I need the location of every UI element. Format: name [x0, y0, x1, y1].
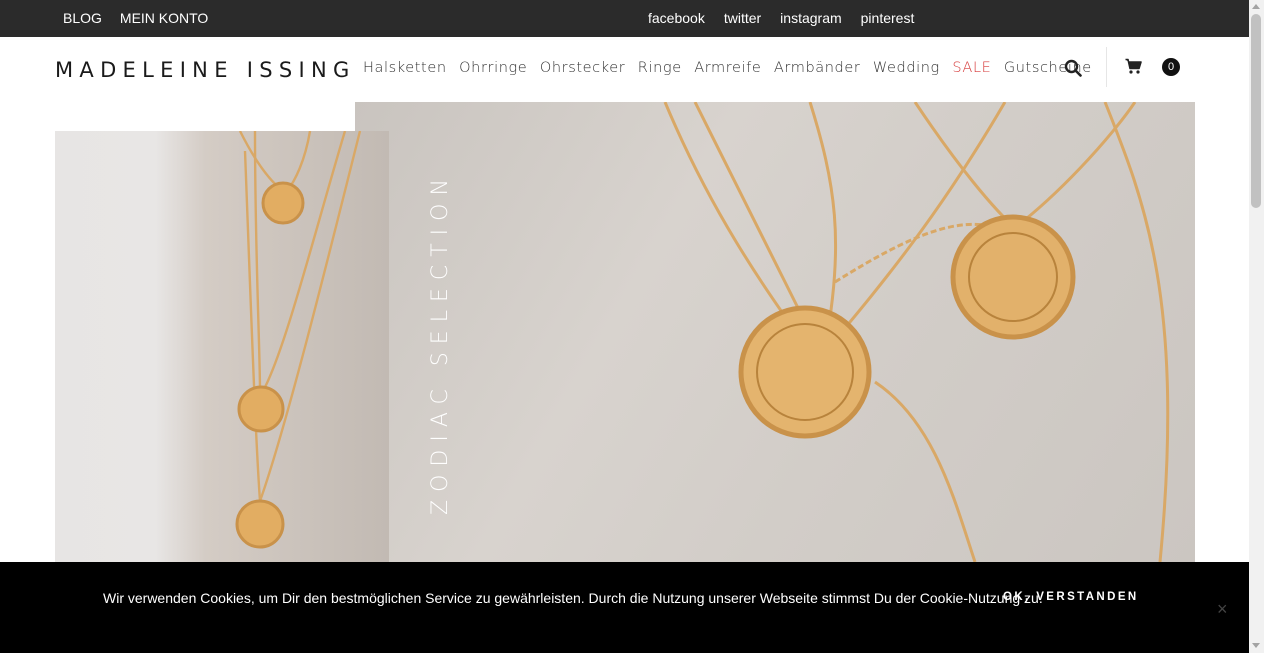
account-links: BLOG MEIN KONTO [63, 10, 208, 26]
nav-item-armbaender[interactable]: Armbänder [774, 60, 861, 76]
zodiac-selection-title: ZODIAC SELECTION [428, 171, 453, 515]
nav-item-halsketten[interactable]: Halsketten [363, 60, 447, 76]
nav-item-ringe[interactable]: Ringe [638, 60, 682, 76]
top-bar: BLOG MEIN KONTO facebook twitter instagr… [0, 0, 1249, 37]
hero-image[interactable] [355, 102, 1195, 562]
social-links: facebook twitter instagram pinterest [648, 10, 914, 26]
nav-item-ohrstecker[interactable]: Ohrstecker [540, 60, 625, 76]
scroll-up-arrow-icon[interactable] [1252, 4, 1260, 9]
site-logo[interactable]: MADELEINE ISSING [55, 58, 356, 82]
close-icon[interactable]: × [1217, 599, 1228, 620]
twitter-link[interactable]: twitter [724, 10, 761, 26]
cookie-accept-button[interactable]: OK, VERSTANDEN [1003, 591, 1139, 603]
cart-count-badge[interactable]: 0 [1162, 58, 1180, 76]
pinterest-link[interactable]: pinterest [861, 10, 915, 26]
cookie-banner: Wir verwenden Cookies, um Dir den bestmö… [0, 562, 1249, 653]
nav-item-sale[interactable]: SALE [952, 60, 991, 76]
instagram-link[interactable]: instagram [780, 10, 841, 26]
scroll-thumb[interactable] [1251, 14, 1261, 208]
cookie-text: Wir verwenden Cookies, um Dir den bestmö… [103, 590, 1043, 606]
side-image[interactable] [55, 131, 389, 562]
my-account-link[interactable]: MEIN KONTO [120, 10, 208, 26]
nav-item-ohrringe[interactable]: Ohrringe [459, 60, 527, 76]
scrollbar[interactable] [1249, 0, 1264, 653]
facebook-link[interactable]: facebook [648, 10, 705, 26]
nav-item-armreife[interactable]: Armreife [694, 60, 761, 76]
main-nav: Halsketten Ohrringe Ohrstecker Ringe Arm… [363, 60, 1092, 76]
side-necklace-illustration [235, 131, 362, 549]
header-divider [1106, 47, 1107, 87]
search-icon[interactable] [1064, 59, 1082, 77]
scroll-down-arrow-icon[interactable] [1252, 643, 1260, 648]
cart-icon[interactable] [1125, 58, 1142, 75]
nav-item-wedding[interactable]: Wedding [873, 60, 940, 76]
necklace-illustration [663, 102, 1170, 562]
blog-link[interactable]: BLOG [63, 10, 102, 26]
